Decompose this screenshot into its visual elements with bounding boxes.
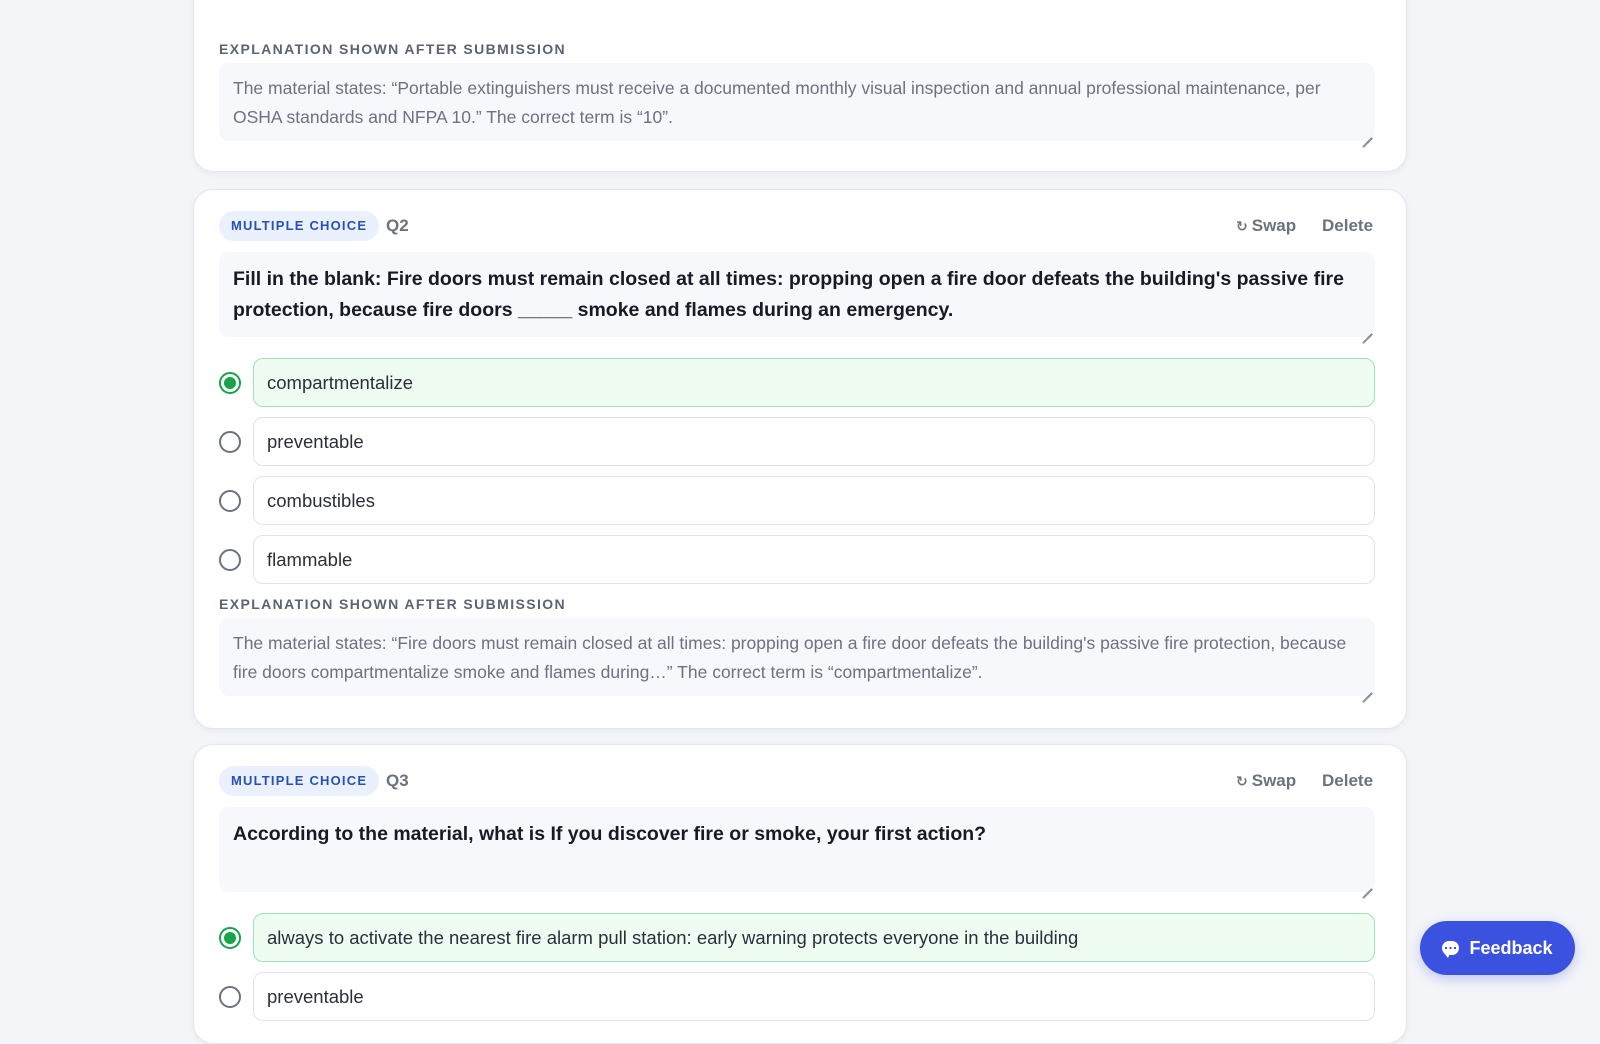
question-textarea[interactable]: According to the material, what is If yo… — [219, 807, 1375, 892]
answer-radio[interactable] — [219, 490, 241, 512]
option-text-input[interactable]: always to activate the nearest fire alar… — [253, 913, 1375, 962]
resize-handle-icon[interactable] — [1362, 128, 1372, 138]
explanation-label: EXPLANATION SHOWN AFTER SUBMISSION — [219, 41, 567, 57]
option-text-input[interactable]: compartmentalize — [253, 358, 1375, 407]
feedback-button[interactable]: Feedback — [1420, 921, 1575, 975]
resize-handle-icon[interactable] — [1362, 683, 1372, 693]
question-card-q1: 5 EXPLANATION SHOWN AFTER SUBMISSION The… — [193, 0, 1407, 172]
answer-radio[interactable] — [219, 431, 241, 453]
resize-handle-icon[interactable] — [1362, 324, 1372, 334]
explanation-text: The material states: “Fire doors must re… — [233, 633, 1347, 682]
option-text-input[interactable]: flammable — [253, 535, 1375, 584]
question-text: According to the material, what is If yo… — [233, 823, 987, 845]
feedback-label: Feedback — [1469, 937, 1553, 958]
delete-button[interactable]: Delete — [1322, 771, 1373, 791]
answer-option[interactable]: combustibles — [219, 476, 1375, 525]
question-number: Q3 — [386, 771, 409, 790]
swap-label: Swap — [1251, 216, 1297, 235]
option-text-input[interactable]: preventable — [253, 417, 1375, 466]
explanation-textarea[interactable]: The material states: “Fire doors must re… — [219, 618, 1375, 696]
swap-icon: ↻ — [1236, 218, 1248, 234]
swap-label: Swap — [1251, 771, 1297, 790]
question-card-q3: MULTIPLE CHOICE Q3 ↻ Swap Delete Accordin… — [193, 744, 1407, 1044]
answer-radio-selected[interactable] — [219, 927, 241, 949]
question-type-badge: MULTIPLE CHOICE — [219, 766, 380, 796]
answer-radio[interactable] — [219, 986, 241, 1008]
answer-radio[interactable] — [219, 549, 241, 571]
answer-option[interactable]: compartmentalize — [219, 358, 1375, 407]
answer-option[interactable]: flammable — [219, 535, 1375, 584]
question-number: Q2 — [386, 216, 409, 235]
option-text-input[interactable]: preventable — [253, 972, 1375, 1021]
swap-button[interactable]: ↻ Swap — [1236, 216, 1296, 236]
explanation-textarea[interactable]: The material states: “Portable extinguis… — [219, 63, 1375, 141]
question-card-q2: MULTIPLE CHOICE Q2 ↻ Swap Delete Fill in … — [193, 189, 1407, 729]
option-text-input[interactable]: combustibles — [253, 476, 1375, 525]
resize-handle-icon[interactable] — [1362, 879, 1372, 889]
question-text: Fill in the blank: Fire doors must remai… — [233, 268, 1344, 321]
question-type-badge: MULTIPLE CHOICE — [219, 211, 380, 241]
answer-option[interactable]: preventable — [219, 972, 1375, 1021]
swap-icon: ↻ — [1236, 773, 1248, 789]
chat-bubble-icon — [1442, 941, 1460, 958]
answer-option[interactable]: always to activate the nearest fire alar… — [219, 913, 1375, 962]
delete-button[interactable]: Delete — [1322, 216, 1373, 236]
question-textarea[interactable]: Fill in the blank: Fire doors must remai… — [219, 252, 1375, 337]
explanation-label: EXPLANATION SHOWN AFTER SUBMISSION — [219, 596, 567, 612]
answer-option[interactable]: preventable — [219, 417, 1375, 466]
swap-button[interactable]: ↻ Swap — [1236, 771, 1296, 791]
answer-radio-selected[interactable] — [219, 372, 241, 394]
explanation-text: The material states: “Portable extinguis… — [233, 78, 1321, 127]
